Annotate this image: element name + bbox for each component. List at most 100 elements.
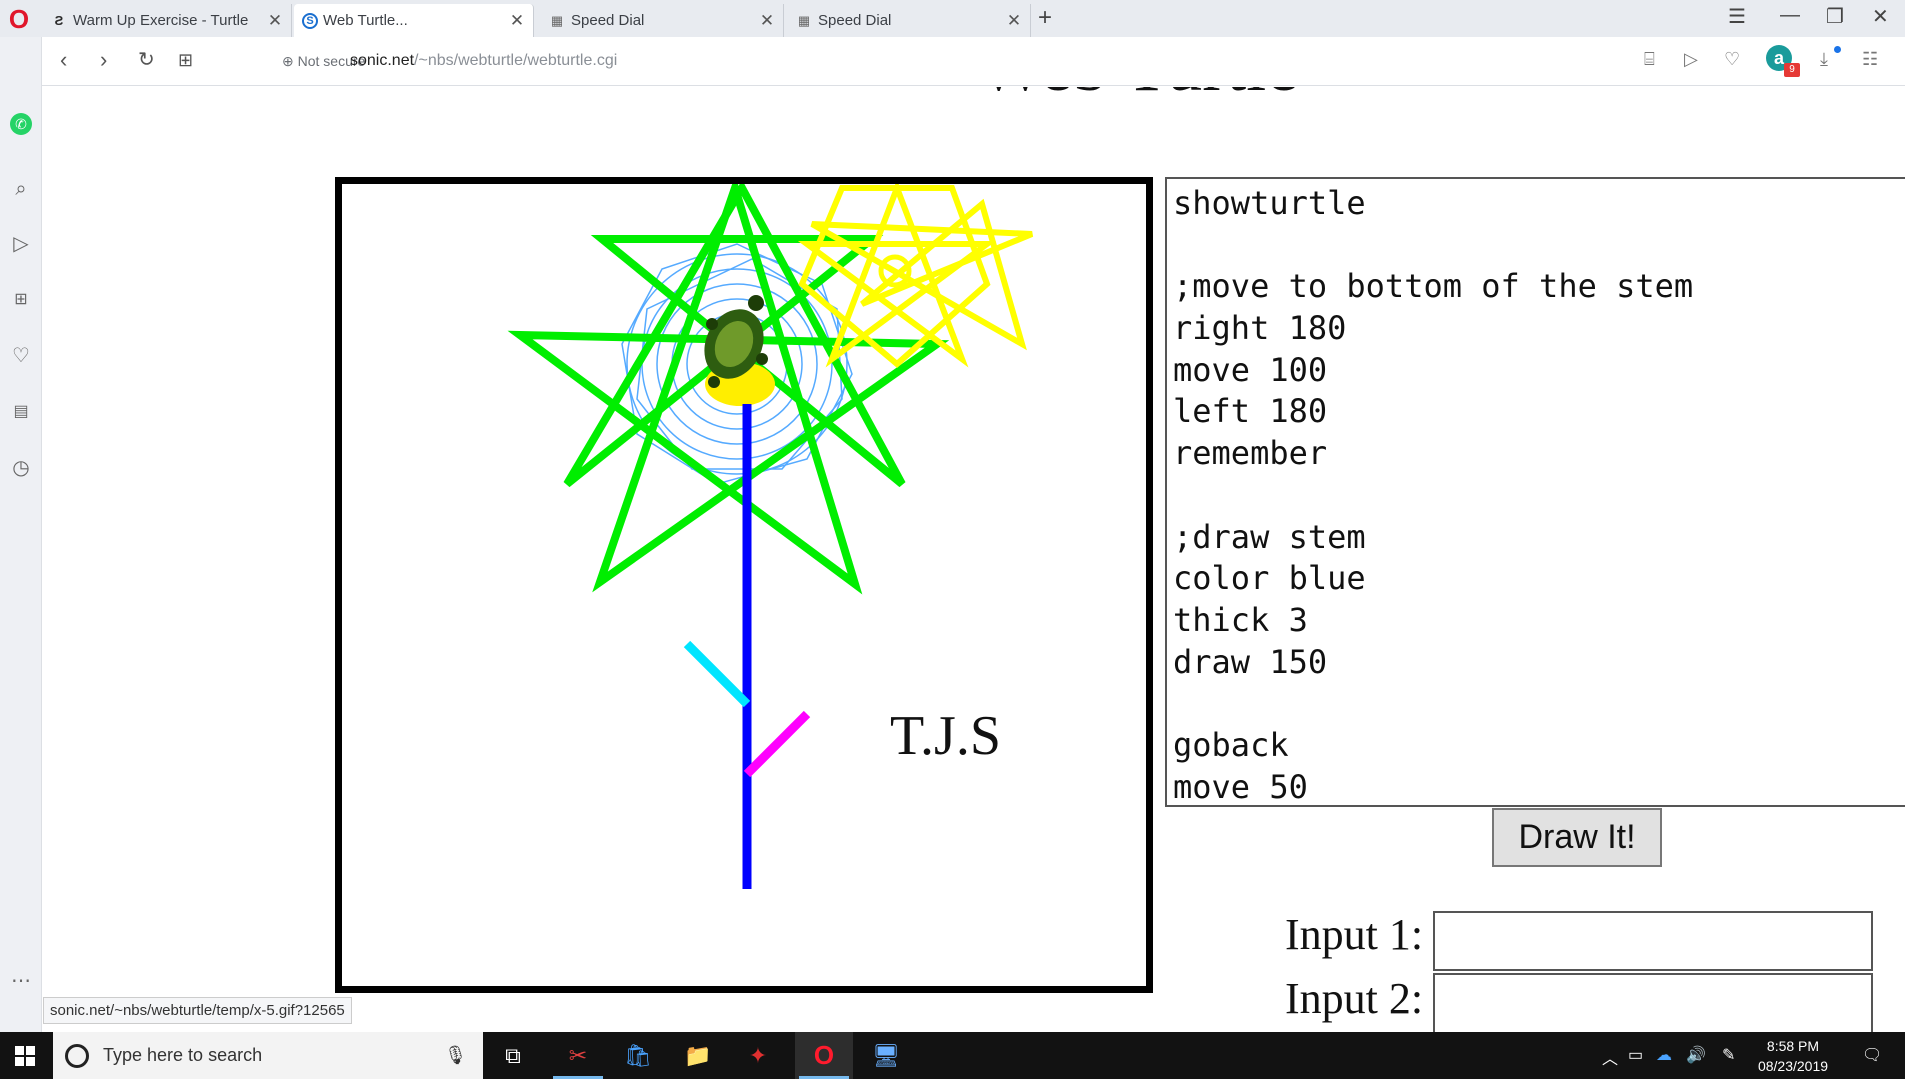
page-content: Web Turtle bbox=[43, 87, 1905, 1032]
url-path: /~nbs/webturtle/webturtle.cgi bbox=[414, 52, 618, 69]
clock-time: 8:58 PM bbox=[1766, 1038, 1820, 1054]
program-line: remember bbox=[1173, 434, 1328, 473]
input-1-field[interactable] bbox=[1433, 911, 1873, 971]
start-button[interactable] bbox=[0, 1032, 50, 1079]
extension-badge: 9 bbox=[1784, 63, 1800, 77]
history-icon[interactable]: ◷ bbox=[7, 454, 35, 482]
tab-menu-icon[interactable]: ☰ bbox=[1728, 4, 1746, 29]
notifications-icon[interactable]: 🗨 bbox=[1862, 1045, 1882, 1065]
program-line: move 50 bbox=[1173, 767, 1308, 806]
heart-icon[interactable]: ♡ bbox=[1724, 49, 1740, 70]
tab-web-turtle[interactable]: S Web Turtle... ✕ bbox=[294, 4, 534, 37]
program-line: draw 150 bbox=[1173, 642, 1328, 681]
volume-icon[interactable]: 🔊 bbox=[1686, 1045, 1706, 1065]
battery-icon[interactable]: ▭ bbox=[1628, 1045, 1643, 1065]
sidebar: ✆ ⌕ ▷ ⊞ ♡ ▤ ◷ ⋯ bbox=[0, 37, 42, 1032]
program-line bbox=[1173, 225, 1905, 267]
download-dot bbox=[1834, 46, 1841, 53]
close-tab-icon[interactable]: ✕ bbox=[1006, 11, 1022, 31]
sun-star bbox=[797, 179, 1034, 368]
tab-strip: O Ƨ Warm Up Exercise - Turtle ✕ S Web Tu… bbox=[0, 0, 1905, 37]
turtle-canvas: T.J.S bbox=[335, 174, 1153, 993]
taskbar-search[interactable]: Type here to search 🎙 bbox=[53, 1032, 483, 1079]
windows-logo-icon bbox=[15, 1046, 35, 1066]
program-textarea[interactable]: showturtle ;move to bottom of the stem r… bbox=[1165, 177, 1905, 807]
onedrive-icon[interactable]: ☁ bbox=[1656, 1045, 1672, 1065]
program-line: left 180 bbox=[1173, 392, 1328, 431]
minimize-button[interactable]: — bbox=[1780, 4, 1800, 27]
speed-dial-icon: ▦ bbox=[797, 12, 811, 28]
show-hidden-icons[interactable]: ︿ bbox=[1602, 1045, 1618, 1069]
tab-speed-dial-1[interactable]: ▦ Speed Dial ✕ bbox=[540, 4, 784, 37]
tab-warm-up-exercise[interactable]: Ƨ Warm Up Exercise - Turtle ✕ bbox=[42, 4, 292, 37]
tab-speed-dial-2[interactable]: ▦ Speed Dial ✕ bbox=[787, 4, 1031, 37]
close-tab-icon[interactable]: ✕ bbox=[509, 11, 525, 31]
game-app-icon[interactable]: ✦ bbox=[729, 1032, 787, 1079]
leaf-right bbox=[743, 710, 811, 778]
tab-title: Speed Dial bbox=[818, 12, 892, 29]
close-window-button[interactable]: ✕ bbox=[1872, 4, 1889, 29]
opera-taskbar-icon[interactable]: O bbox=[795, 1032, 853, 1079]
download-icon[interactable]: ⤓ bbox=[1820, 49, 1828, 70]
program-line: goback bbox=[1173, 725, 1289, 764]
snipping-tool-icon[interactable]: ✂ bbox=[549, 1032, 607, 1079]
new-tab-button[interactable]: + bbox=[1038, 6, 1052, 30]
camera-icon[interactable]: ⌸ bbox=[1644, 49, 1655, 70]
program-line: ;move to bottom of the stem bbox=[1173, 267, 1694, 306]
taskbar: Type here to search 🎙 ⧉ ✂ 🛍 📁 ✦ O 🖥 ︿ ▭ … bbox=[0, 1032, 1905, 1079]
close-tab-icon[interactable]: ✕ bbox=[267, 11, 283, 31]
program-line: move 100 bbox=[1173, 350, 1328, 389]
more-icon[interactable]: ⋯ bbox=[7, 967, 35, 995]
clock[interactable]: 8:58 PM 08/23/2019 bbox=[1748, 1036, 1838, 1076]
search-icon[interactable]: ⌕ bbox=[7, 175, 35, 203]
search-placeholder: Type here to search bbox=[103, 1045, 263, 1065]
program-line bbox=[1173, 683, 1905, 725]
microphone-icon[interactable]: 🎙 bbox=[444, 1045, 467, 1066]
program-line: showturtle bbox=[1173, 184, 1366, 222]
tab-title: Web Turtle... bbox=[323, 12, 408, 29]
whatsapp-icon[interactable]: ✆ bbox=[7, 109, 35, 137]
leaf-left bbox=[683, 640, 751, 708]
url-field[interactable]: sonic.net/~nbs/webturtle/webturtle.cgi bbox=[350, 52, 617, 70]
program-line: ;draw stem bbox=[1173, 517, 1366, 556]
opera-menu-icon[interactable]: O bbox=[6, 6, 32, 32]
signature: T.J.S bbox=[890, 705, 1001, 767]
news-icon[interactable]: ▤ bbox=[7, 398, 35, 426]
sc-logo-icon: Ƨ bbox=[54, 13, 64, 28]
store-icon[interactable]: 🛍 bbox=[609, 1032, 667, 1079]
restore-button[interactable]: ❐ bbox=[1826, 4, 1844, 29]
program-line bbox=[1173, 475, 1905, 517]
easy-setup-icon[interactable]: ☷ bbox=[1862, 49, 1878, 70]
s-logo-icon: S bbox=[302, 12, 318, 29]
program-line: color blue bbox=[1173, 559, 1366, 598]
close-tab-icon[interactable]: ✕ bbox=[759, 11, 775, 31]
heart-icon[interactable]: ♡ bbox=[7, 342, 35, 370]
cortana-icon bbox=[65, 1043, 89, 1068]
control-panel-icon[interactable]: 🖥 bbox=[857, 1032, 915, 1079]
program-line: right 180 bbox=[1173, 309, 1347, 348]
globe-icon: ⊕ bbox=[282, 53, 294, 69]
speed-dial-icon[interactable]: ⊞ bbox=[7, 286, 35, 314]
tab-title: Speed Dial bbox=[571, 12, 645, 29]
input-2-label: Input 2: bbox=[1285, 974, 1424, 1023]
tab-title: Warm Up Exercise - Turtle bbox=[73, 12, 249, 29]
address-bar: ‹ › ↻ ⊞ ⊕ Not secure sonic.net/~nbs/webt… bbox=[42, 37, 1905, 86]
input-2-field[interactable] bbox=[1433, 973, 1873, 1032]
status-url: sonic.net/~nbs/webturtle/temp/x-5.gif?12… bbox=[43, 997, 352, 1024]
forward-button[interactable]: › bbox=[100, 47, 107, 73]
speed-dial-icon: ▦ bbox=[550, 12, 564, 28]
back-button[interactable]: ‹ bbox=[60, 47, 67, 73]
clock-date: 08/23/2019 bbox=[1757, 1058, 1829, 1074]
file-explorer-icon[interactable]: 📁 bbox=[669, 1032, 727, 1079]
url-host: sonic.net bbox=[350, 52, 415, 69]
page-title: Web Turtle bbox=[978, 87, 1298, 108]
input-1-label: Input 1: bbox=[1285, 910, 1424, 959]
program-line: thick 3 bbox=[1173, 600, 1308, 639]
send-icon[interactable]: ▷ bbox=[7, 230, 35, 258]
reload-button[interactable]: ↻ bbox=[138, 47, 155, 73]
speed-dial-button[interactable]: ⊞ bbox=[178, 47, 193, 73]
send-icon[interactable]: ▷ bbox=[1684, 49, 1698, 70]
task-view-icon[interactable]: ⧉ bbox=[484, 1032, 542, 1079]
pen-icon[interactable]: ✎ bbox=[1722, 1045, 1735, 1065]
draw-it-button[interactable]: Draw It! bbox=[1492, 808, 1662, 867]
